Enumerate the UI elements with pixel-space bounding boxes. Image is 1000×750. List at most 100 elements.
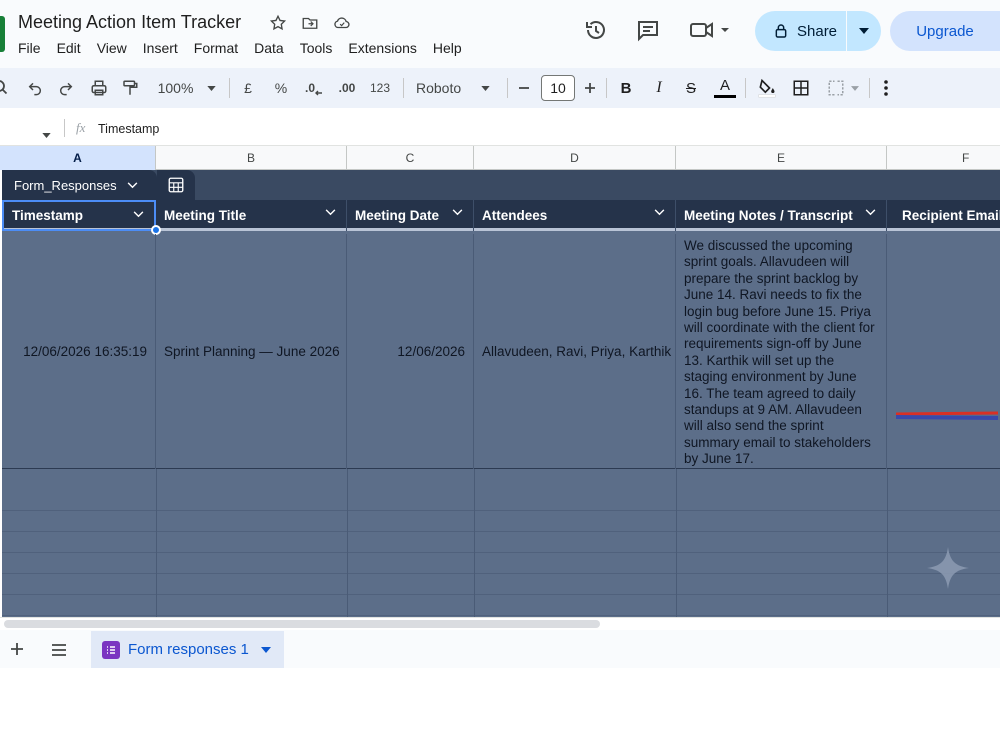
share-button[interactable]: Share (755, 11, 881, 51)
header-meeting-date[interactable]: Meeting Date (347, 200, 474, 231)
document-title[interactable]: Meeting Action Item Tracker (18, 12, 241, 33)
menu-extensions[interactable]: Extensions (348, 40, 416, 56)
menu-edit[interactable]: Edit (57, 40, 81, 56)
share-dropdown-button[interactable] (847, 11, 881, 51)
cell-attendees[interactable]: Allavudeen, Ravi, Priya, Karthik (474, 234, 676, 469)
header-timestamp[interactable]: Timestamp (2, 200, 156, 231)
decrease-decimal-button[interactable]: .0 (301, 68, 327, 108)
sheet-tab-form-responses[interactable]: Form responses 1 (91, 631, 284, 668)
font-size-input[interactable]: 10 (541, 75, 575, 101)
menu-file[interactable]: File (18, 40, 41, 56)
column-header-a[interactable]: A (0, 146, 156, 170)
form-icon (102, 640, 120, 659)
formula-input[interactable]: Timestamp (98, 122, 159, 136)
upgrade-button[interactable]: Upgrade (890, 11, 1000, 51)
sheets-logo-icon[interactable] (0, 16, 5, 52)
empty-row[interactable] (2, 595, 1000, 616)
more-formats-button[interactable]: 123 (367, 68, 393, 108)
empty-row[interactable] (2, 511, 1000, 532)
all-sheets-icon[interactable] (51, 643, 67, 661)
empty-row[interactable] (2, 553, 1000, 574)
text-color-button[interactable]: A (713, 68, 737, 108)
redo-icon[interactable] (54, 68, 78, 108)
table-bar: Form_Responses (2, 170, 1000, 200)
table-calculator-icon[interactable] (157, 170, 195, 200)
header-attendees[interactable]: Attendees (474, 200, 676, 231)
header-recipient-email[interactable]: Recipient Email (887, 200, 1000, 231)
column-header-c[interactable]: C (347, 146, 474, 170)
percent-format-button[interactable]: % (271, 68, 291, 108)
cell-meeting-title[interactable]: Sprint Planning — June 2026 (156, 234, 347, 469)
comments-icon[interactable] (636, 18, 660, 42)
grid-line (156, 469, 157, 617)
toolbar-divider (507, 78, 508, 98)
header-meeting-notes[interactable]: Meeting Notes / Transcript (676, 200, 887, 231)
star-icon[interactable] (268, 13, 288, 33)
font-select[interactable]: Roboto (410, 68, 498, 108)
cloud-status-icon[interactable] (332, 13, 352, 33)
decrease-decimal-label: .0 (304, 81, 315, 95)
cell-meeting-notes[interactable]: We discussed the upcoming sprint goals. … (676, 234, 887, 469)
toolbar: 100% £ % .0 .00 123 Roboto 10 B I S A (0, 68, 1000, 108)
increase-font-size-icon[interactable] (581, 68, 599, 108)
cell-meeting-date[interactable]: 12/06/2026 (347, 234, 474, 469)
scrollbar-thumb[interactable] (4, 620, 600, 628)
print-icon[interactable] (87, 68, 111, 108)
chevron-down-icon[interactable] (133, 211, 144, 218)
decrease-font-size-icon[interactable] (515, 68, 533, 108)
header-meeting-title[interactable]: Meeting Title (156, 200, 347, 231)
menu-bar: File Edit View Insert Format Data Tools … (18, 40, 462, 56)
menu-tools[interactable]: Tools (300, 40, 333, 56)
borders-icon[interactable] (790, 68, 812, 108)
menu-help[interactable]: Help (433, 40, 462, 56)
menu-insert[interactable]: Insert (143, 40, 178, 56)
empty-row[interactable] (2, 574, 1000, 595)
title-bar: Meeting Action Item Tracker File Edit Vi… (0, 0, 1000, 68)
italic-button[interactable]: I (649, 68, 669, 108)
meet-icon[interactable] (688, 18, 732, 42)
name-box-dropdown[interactable] (42, 125, 51, 143)
font-value: Roboto (416, 80, 462, 96)
version-history-icon[interactable] (584, 18, 608, 42)
search-menus-icon[interactable] (0, 68, 12, 108)
menu-format[interactable]: Format (194, 40, 238, 56)
zoom-select[interactable]: 100% (152, 68, 222, 108)
strikethrough-button[interactable]: S (681, 68, 701, 108)
move-folder-icon[interactable] (300, 13, 320, 33)
more-options-icon[interactable] (876, 68, 896, 108)
gemini-sparkle-icon[interactable] (925, 545, 971, 591)
undo-icon[interactable] (23, 68, 47, 108)
table-row: 12/06/2026 16:35:19 Sprint Planning — Ju… (2, 234, 1000, 469)
column-header-e[interactable]: E (676, 146, 887, 170)
sheet-tab-bar: Form responses 1 (0, 630, 1000, 668)
caret-down-icon (42, 133, 51, 138)
column-header-b[interactable]: B (156, 146, 347, 170)
menu-data[interactable]: Data (254, 40, 284, 56)
horizontal-scrollbar[interactable] (0, 617, 1000, 630)
column-header-f[interactable]: F (887, 146, 1000, 170)
empty-row[interactable] (2, 532, 1000, 553)
grid-line (676, 469, 677, 617)
formula-divider (64, 119, 65, 137)
currency-format-button[interactable]: £ (238, 68, 258, 108)
caret-down-icon[interactable] (260, 646, 271, 653)
add-sheet-icon[interactable] (10, 642, 24, 661)
zoom-value: 100% (157, 80, 194, 96)
paint-format-icon[interactable] (118, 68, 142, 108)
menu-view[interactable]: View (97, 40, 127, 56)
chevron-down-icon[interactable] (325, 209, 336, 216)
fill-color-icon[interactable] (755, 68, 779, 108)
table-name-button[interactable]: Form_Responses (2, 170, 157, 200)
merge-cells-icon[interactable] (823, 68, 863, 108)
column-header-d[interactable]: D (474, 146, 676, 170)
chevron-down-icon[interactable] (654, 209, 665, 216)
chevron-down-icon (127, 181, 137, 188)
chevron-down-icon[interactable] (865, 209, 876, 216)
empty-row[interactable] (2, 490, 1000, 511)
chevron-down-icon[interactable] (452, 209, 463, 216)
cell-recipient-email[interactable] (887, 234, 1000, 469)
bold-button[interactable]: B (616, 68, 636, 108)
increase-decimal-button[interactable]: .00 (334, 68, 360, 108)
toolbar-divider (745, 78, 746, 98)
cell-timestamp[interactable]: 12/06/2026 16:35:19 (2, 234, 156, 469)
